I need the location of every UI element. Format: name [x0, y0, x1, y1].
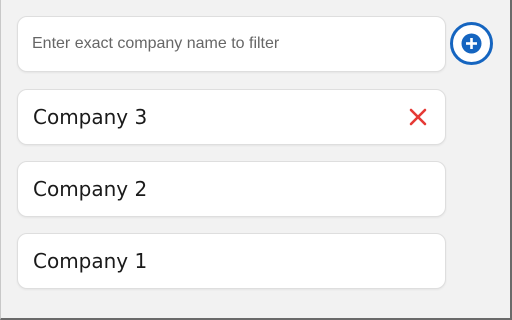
list-item[interactable]: Company 2 — [17, 161, 446, 217]
list-item[interactable]: Company 1 — [17, 233, 446, 289]
filter-input[interactable] — [18, 17, 445, 71]
remove-company-button[interactable] — [407, 106, 429, 128]
company-label: Company 3 — [33, 105, 148, 129]
filter-field — [17, 16, 446, 72]
close-icon — [409, 108, 427, 126]
panel: Company 3 Company 2 Company 1 — [0, 0, 512, 320]
add-company-button[interactable] — [450, 22, 493, 65]
company-label: Company 1 — [33, 249, 148, 273]
company-label: Company 2 — [33, 177, 148, 201]
list-item[interactable]: Company 3 — [17, 89, 446, 145]
plus-circle-icon — [461, 33, 482, 54]
